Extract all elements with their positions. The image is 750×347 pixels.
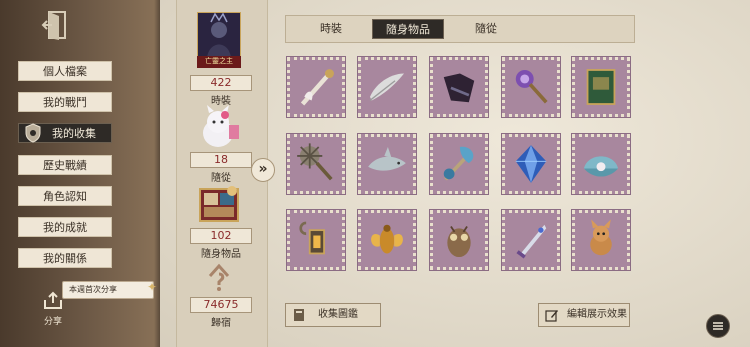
expand-chevron-button[interactable]: » (251, 158, 275, 182)
lantern-hook-icon (299, 221, 325, 255)
share-label[interactable]: 分享 (44, 314, 62, 327)
shark-icon (368, 146, 406, 171)
share-reward-bubble: 本週首次分享 ✦ (62, 280, 157, 299)
blue-gem-icon (515, 145, 547, 183)
oyster-pearl-icon (583, 156, 619, 177)
companion-label: 隨從 (211, 173, 231, 184)
bone-cane-icon (300, 69, 334, 106)
item-tile[interactable] (429, 56, 489, 118)
fox-doll-icon (590, 219, 612, 256)
item-tile[interactable] (286, 209, 346, 271)
item-tile[interactable] (286, 56, 346, 118)
edit-pencil-icon (545, 310, 558, 322)
sidebar-item-achievements[interactable]: 我的成就 (18, 217, 112, 237)
hamburger-icon (713, 322, 723, 330)
companion-icon (203, 105, 239, 147)
collection-album-button[interactable]: 收集圖鑑 (285, 303, 381, 327)
ornate-blade-icon (516, 224, 547, 259)
accessory-count: 102 (190, 228, 252, 244)
collection-album-label: 收集圖鑑 (318, 309, 358, 320)
item-tile[interactable] (357, 209, 417, 271)
item-tile[interactable] (286, 133, 346, 195)
tab-companion[interactable]: 隨從 (455, 19, 517, 39)
accessory-label: 隨身物品 (201, 249, 241, 260)
menu-button[interactable] (706, 314, 730, 338)
item-tile[interactable] (571, 209, 631, 271)
edit-display-button[interactable]: 編輯展示效果 (538, 303, 630, 327)
item-tile[interactable] (571, 56, 631, 118)
companion-count: 18 (190, 152, 252, 168)
seashell-staff-icon (443, 146, 474, 181)
costume-count: 422 (190, 75, 252, 91)
portrait-caption: 亡靈之主 (205, 57, 233, 65)
item-tile[interactable] (357, 133, 417, 195)
home-icon (208, 263, 230, 291)
edit-display-label: 編輯展示效果 (567, 309, 627, 320)
sidebar-item-relations[interactable]: 我的關係 (18, 248, 112, 268)
sidebar-item-profile[interactable]: 個人檔案 (18, 61, 112, 81)
tab-accessories[interactable]: 隨身物品 (372, 19, 444, 39)
crystal-mace-icon (515, 69, 548, 104)
item-tile[interactable] (501, 133, 561, 195)
shield-icon (25, 123, 41, 143)
feather-quill-icon (369, 73, 405, 101)
album-icon (294, 309, 304, 321)
clockwork-owl-icon (447, 226, 471, 258)
item-tile[interactable] (501, 56, 561, 118)
item-tile[interactable] (429, 133, 489, 195)
spiked-mace-icon (297, 143, 333, 181)
sidebar-item-battles[interactable]: 我的戰鬥 (18, 92, 112, 112)
home-count: 74675 (190, 297, 252, 313)
accessory-box-icon (199, 186, 239, 222)
item-tile[interactable] (429, 209, 489, 271)
item-tile[interactable] (571, 133, 631, 195)
puzzle-piece-icon: ✦ (146, 280, 157, 294)
item-tile[interactable] (357, 56, 417, 118)
item-tile[interactable] (501, 209, 561, 271)
sidebar-item-characters[interactable]: 角色認知 (18, 186, 112, 206)
exit-door-icon[interactable] (40, 8, 74, 42)
green-book-icon (586, 69, 616, 105)
dark-wings-icon (443, 73, 475, 103)
home-label: 歸宿 (211, 318, 231, 329)
golden-insect-icon (371, 224, 403, 254)
sidebar-item-history[interactable]: 歷史戰績 (18, 155, 112, 175)
share-icon[interactable] (42, 290, 64, 310)
share-reward-text: 本週首次分享 (69, 285, 117, 294)
tab-costume[interactable]: 時裝 (300, 19, 362, 39)
